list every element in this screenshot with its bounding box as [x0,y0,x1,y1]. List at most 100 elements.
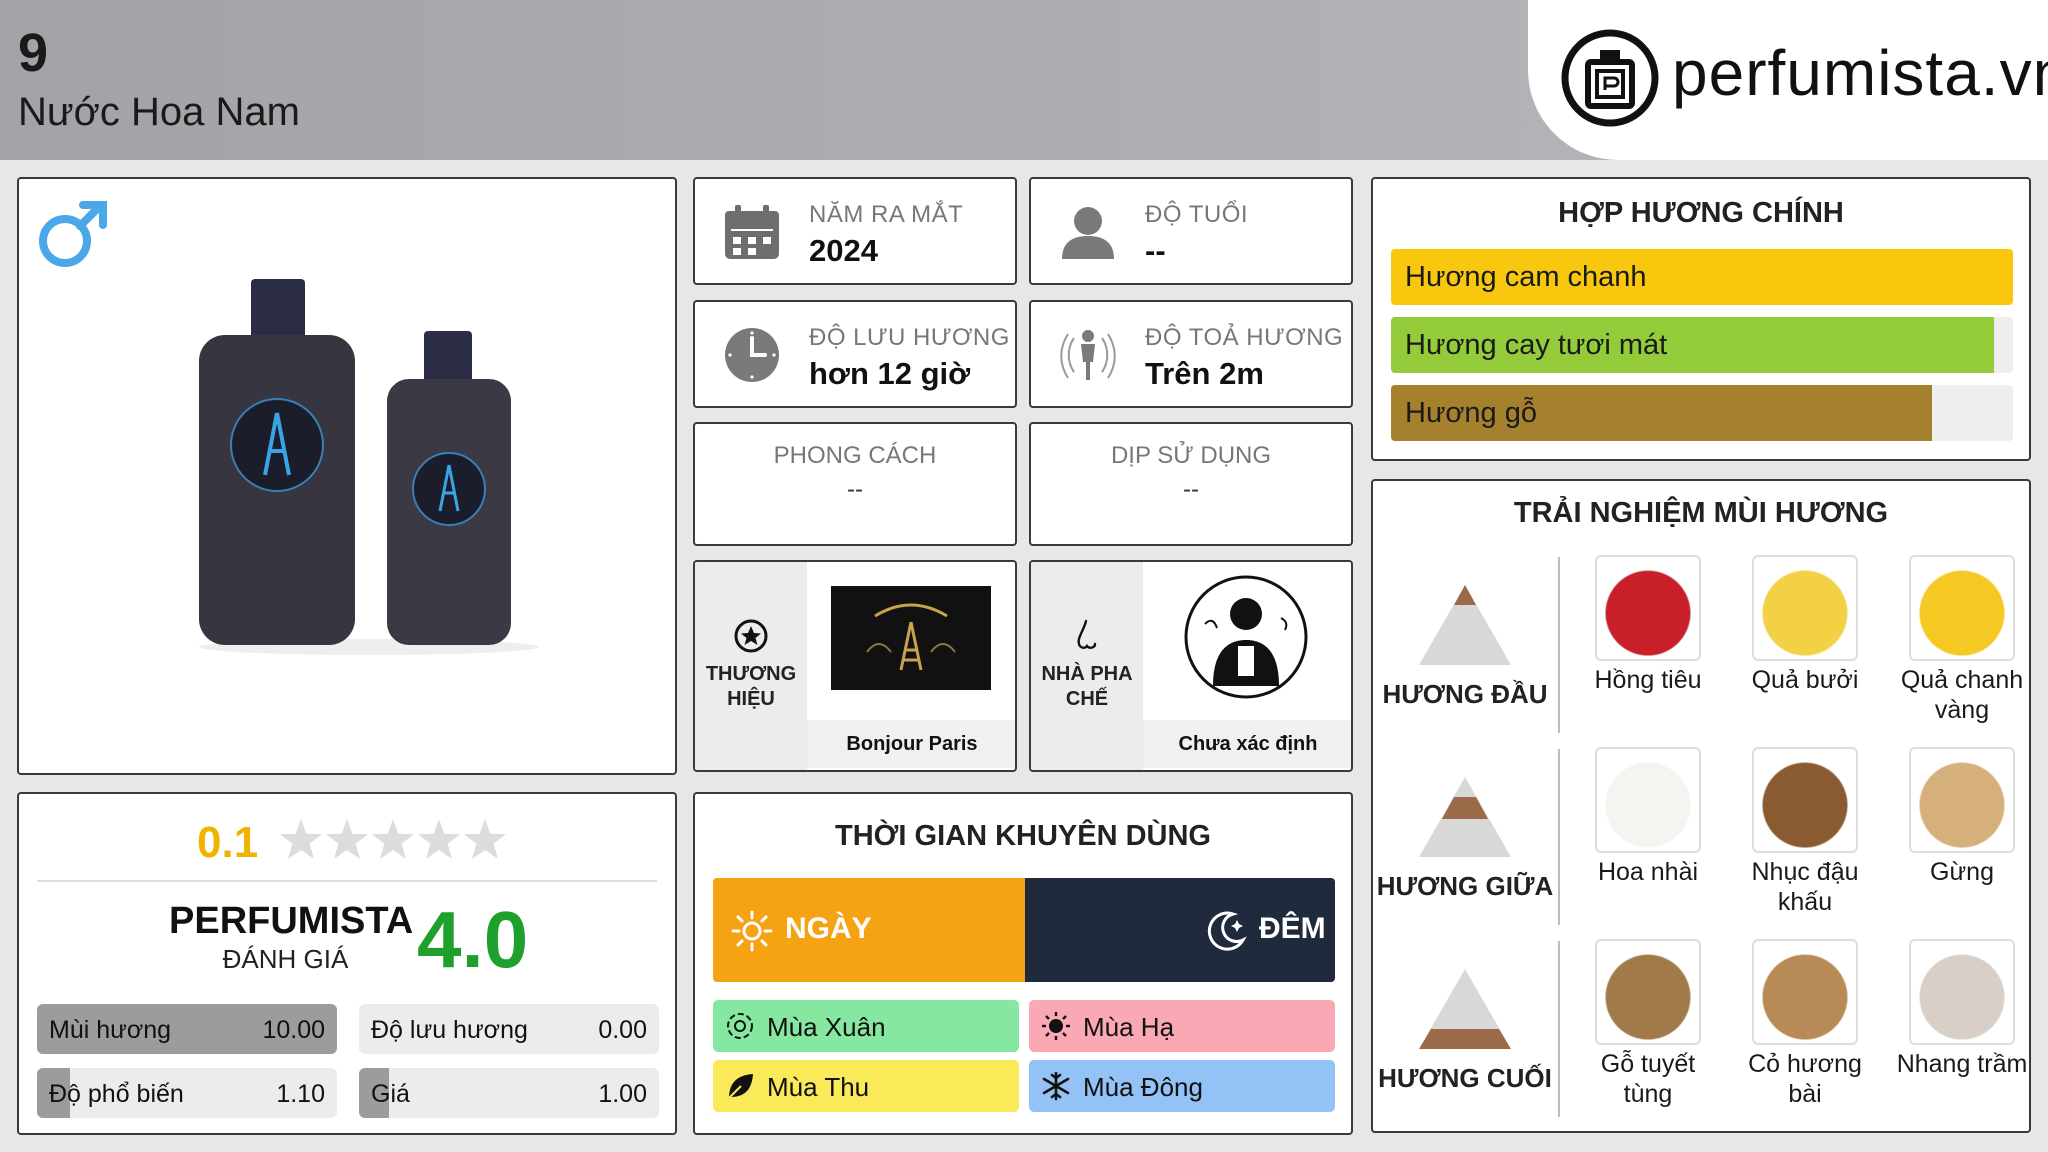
sillage-card: ĐỘ TOẢ HƯƠNG Trên 2m [1029,300,1353,408]
experience-title: TRẢI NGHIỆM MÙI HƯƠNG [1513,497,1889,529]
note-image [1909,747,2015,853]
season-label: Mùa Hạ [1083,1012,1175,1042]
age-card: ĐỘ TUỔI -- [1029,177,1353,285]
star-icon[interactable] [418,819,460,859]
star-icon[interactable] [464,819,506,859]
note-pyramid-icon [1419,777,1511,857]
brand-card[interactable]: THƯƠNG HIỆU Bonjour Paris [693,560,1017,772]
tier-divider [1558,557,1560,733]
product-photo-panel [17,177,677,775]
moon-icon [1207,911,1247,951]
sun-outline-icon [731,910,773,952]
note-image [1909,939,2015,1045]
note-image [1595,555,1701,661]
brand-label: THƯƠNG HIỆU [705,663,797,710]
note-name: Hồng tiêu [1594,666,1702,694]
note-item[interactable]: Cỏ hương bài [1730,939,1880,1109]
age-label: ĐỘ TUỔI [1145,201,1249,228]
day-label: NGÀY [785,912,872,945]
longevity-value: hơn 12 giờ [809,356,971,391]
rating-metric-value: 1.00 [598,1080,647,1108]
main-accords-panel: HỢP HƯƠNG CHÍNH Hương cam chanh Hương cay… [1371,177,2031,461]
launch-year-value: 2024 [809,233,878,268]
note-pyramid-icon [1419,585,1511,665]
note-name: Nhục đậu khấu [1751,858,1859,916]
star-icon[interactable] [326,819,368,859]
rating-stars[interactable] [277,816,517,866]
leaf-icon [727,1074,753,1100]
star-icon[interactable] [280,819,322,859]
brand-logo-image [807,562,1015,718]
rating-metric-name: Độ phổ biến [49,1080,184,1108]
note-image [1752,555,1858,661]
clock-icon [725,328,779,382]
perfumista-brand-label: PERFUMISTA [169,900,414,942]
note-name: Hoa nhài [1597,858,1699,886]
rating-metric-value: 0.00 [598,1016,647,1044]
calendar-icon [725,205,779,259]
perfumer-image [1143,562,1351,718]
style-label: PHONG CÁCH [773,442,937,469]
launch-year-label: NĂM RA MẮT [809,201,964,228]
star-icon[interactable] [372,819,414,859]
header-bar: 9 Nước Hoa Nam perfumista.vn [0,0,2048,160]
night-label: ĐÊM [1259,912,1326,945]
perfume-bottle-logo-icon [1561,29,1659,127]
note-image [1595,747,1701,853]
occasion-value: -- [1183,476,1199,503]
recommended-time-panel: THỜI GIAN KHUYÊN DÙNG NGÀY ĐÊM Mùa Xuân M… [693,792,1353,1135]
season-label: Mùa Xuân [767,1012,886,1042]
note-name: Quả bưởi [1751,666,1859,694]
rating-metric-bar: Độ lưu hương 0.00 [359,1004,659,1054]
season-label: Mùa Thu [767,1072,870,1102]
rating-metric-bar: Mùi hương 10.00 [37,1004,337,1054]
style-value: -- [847,476,863,503]
sun-icon [1042,1012,1070,1040]
note-item[interactable]: Nhục đậu khấu [1730,747,1880,917]
note-item[interactable]: Hoa nhài [1573,747,1723,887]
season-chip: Mùa Thu [713,1060,1019,1112]
day-night-bar: NGÀY ĐÊM [713,878,1335,982]
note-tier-label: HƯƠNG CUỐI [1378,1063,1552,1093]
male-gender-icon [39,201,107,267]
rating-metric-name: Mùi hương [49,1016,172,1044]
rating-metric-name: Độ lưu hương [371,1016,528,1044]
accords-title: HỢP HƯƠNG CHÍNH [1558,197,1844,229]
logo[interactable]: perfumista.vn [1528,0,2048,160]
brand-name: Bonjour Paris [807,720,1015,768]
note-item[interactable]: Quả bưởi [1730,555,1880,695]
season-chip: Mùa Hạ [1029,1000,1335,1052]
longevity-card: ĐỘ LƯU HƯƠNG hơn 12 giờ [693,300,1017,408]
longevity-label: ĐỘ LƯU HƯƠNG [809,324,1010,351]
time-title: THỜI GIAN KHUYÊN DÙNG [835,820,1211,852]
season-chip: Mùa Đông [1029,1060,1335,1112]
season-chip: Mùa Xuân [713,1000,1019,1052]
night-segment: ĐÊM [1025,878,1335,982]
rating-panel: 0.1 PERFUMISTA ĐÁNH GIÁ 4.0 Mùi hương 10.… [17,792,677,1135]
occasion-label: DỊP SỬ DỤNG [1110,442,1272,469]
note-item[interactable]: Gỗ tuyết tùng [1573,939,1723,1109]
rating-metric-name: Giá [371,1080,410,1108]
note-item[interactable]: Hồng tiêu [1573,555,1723,695]
star-circle-icon [734,619,768,653]
note-tier-label: HƯƠNG GIỮA [1376,871,1554,901]
perfume-bottles-image [199,279,539,655]
perfumer-card[interactable]: NHÀ PHA CHẾ Chưa xác định [1029,560,1353,772]
age-value: -- [1145,233,1166,268]
note-item[interactable]: Nhang trầm [1887,939,2037,1079]
perfumer-label: NHÀ PHA CHẾ [1041,663,1133,710]
launch-year-card: NĂM RA MẮT 2024 [693,177,1017,285]
note-item[interactable]: Gừng [1887,747,2037,887]
season-label: Mùa Đông [1083,1072,1203,1102]
note-name: Quả chanh vàng [1900,666,2024,724]
occasion-card: DỊP SỬ DỤNG -- [1029,422,1353,546]
note-item[interactable]: Quả chanh vàng [1887,555,2037,725]
day-segment: NGÀY [713,878,1025,982]
perfumer-side: NHÀ PHA CHẾ [1031,562,1143,770]
accord-bar: Hương gỗ [1391,385,2013,441]
sillage-value: Trên 2m [1145,356,1264,391]
logo-text: perfumista.vn [1672,37,2048,109]
note-image [1752,747,1858,853]
perfumista-sub-label: ĐÁNH GIÁ [222,944,349,974]
sillage-label: ĐỘ TOẢ HƯƠNG [1145,324,1344,351]
